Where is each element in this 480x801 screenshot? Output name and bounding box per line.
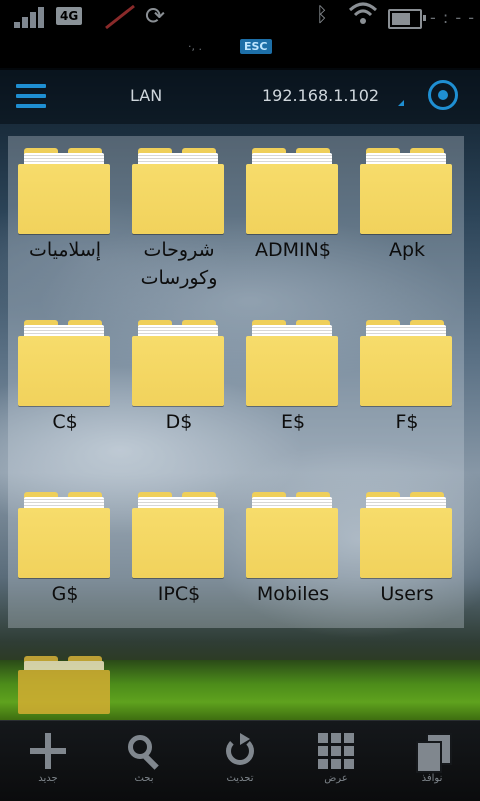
search-button[interactable]: بحث: [96, 721, 192, 801]
folder-item[interactable]: D$: [122, 308, 236, 478]
refresh-button-label: تحديث: [226, 773, 254, 784]
dragged-folder-icon[interactable]: [18, 656, 110, 714]
folder-icon: [246, 492, 338, 578]
folder-item[interactable]: F$: [350, 308, 464, 478]
folder-grid: Apk ADMIN$ شروحات وكورسات إسلاميات F$ E$ D$ C$ U…: [8, 136, 464, 628]
folder-item[interactable]: شروحات وكورسات: [122, 136, 236, 306]
battery-icon: [388, 9, 426, 29]
target-icon[interactable]: [428, 80, 458, 110]
menu-icon[interactable]: [16, 84, 48, 108]
view-button[interactable]: عرض: [288, 721, 384, 801]
folder-label: Apk: [388, 239, 426, 261]
status-bar: 4G ⟳ ᛒ - : - -: [0, 0, 480, 38]
folder-item[interactable]: إسلاميات: [8, 136, 122, 306]
clock-text: - : - -: [430, 8, 475, 27]
refresh-button[interactable]: تحديث: [192, 721, 288, 801]
folder-icon: [132, 148, 224, 234]
folder-icon: [132, 320, 224, 406]
folder-item[interactable]: Apk: [350, 136, 464, 306]
bluetooth-icon: ᛒ: [316, 2, 328, 26]
network-type-badge: 4G: [56, 7, 83, 25]
folder-item[interactable]: Users: [350, 480, 464, 650]
muted-icon: [102, 4, 138, 30]
breadcrumb-lan[interactable]: LAN: [130, 86, 162, 105]
folder-label: IPC$: [157, 583, 201, 605]
breadcrumb-dropdown-icon[interactable]: [398, 100, 404, 106]
folder-item[interactable]: C$: [8, 308, 122, 478]
search-button-label: بحث: [134, 773, 154, 784]
folder-icon: [18, 492, 110, 578]
folder-icon: [18, 320, 110, 406]
folder-label: F$: [395, 411, 419, 433]
folder-item[interactable]: ADMIN$: [236, 136, 350, 306]
folder-icon: [18, 148, 110, 234]
folder-label: ADMIN$: [255, 239, 331, 261]
folder-icon: [246, 320, 338, 406]
new-button-label: جديد: [38, 773, 58, 784]
wifi-icon: [348, 0, 378, 33]
status-bar-secondary: ·, . ESC: [0, 38, 480, 58]
folder-item[interactable]: IPC$: [122, 480, 236, 650]
status-badge: ESC: [240, 39, 272, 54]
folder-label: D$: [165, 411, 193, 433]
grid-icon: [318, 733, 354, 769]
refresh-icon: [222, 733, 258, 769]
folder-item[interactable]: Mobiles: [236, 480, 350, 650]
folder-item[interactable]: E$: [236, 308, 350, 478]
status-note: ·, .: [188, 40, 202, 53]
search-icon: [126, 733, 162, 769]
view-button-label: عرض: [324, 773, 348, 784]
windows-button-label: نوافذ: [421, 773, 443, 784]
folder-label: Mobiles: [256, 583, 330, 605]
top-toolbar: LAN 192.168.1.102: [0, 68, 480, 124]
breadcrumb-ip[interactable]: 192.168.1.102: [262, 86, 379, 105]
plus-icon: [30, 733, 66, 769]
folder-label: إسلاميات: [28, 239, 102, 261]
folder-label: شروحات وكورسات: [140, 239, 218, 289]
folder-icon: [360, 320, 452, 406]
bottom-toolbar: جديد بحث تحديث عرض نوافذ: [0, 720, 480, 801]
folder-panel: Apk ADMIN$ شروحات وكورسات إسلاميات F$ E$ D$ C$ U…: [8, 136, 464, 628]
folder-icon: [132, 492, 224, 578]
folder-icon: [360, 148, 452, 234]
windows-button[interactable]: نوافذ: [384, 721, 480, 801]
windows-icon: [414, 733, 452, 773]
sync-icon: ⟳: [145, 2, 166, 30]
folder-label: G$: [51, 583, 79, 605]
folder-label: C$: [52, 411, 78, 433]
new-button[interactable]: جديد: [0, 721, 96, 801]
folder-label: Users: [380, 583, 434, 605]
signal-icon: [14, 6, 52, 28]
folder-label: E$: [280, 411, 306, 433]
folder-item[interactable]: G$: [8, 480, 122, 650]
folder-icon: [360, 492, 452, 578]
folder-icon: [246, 148, 338, 234]
